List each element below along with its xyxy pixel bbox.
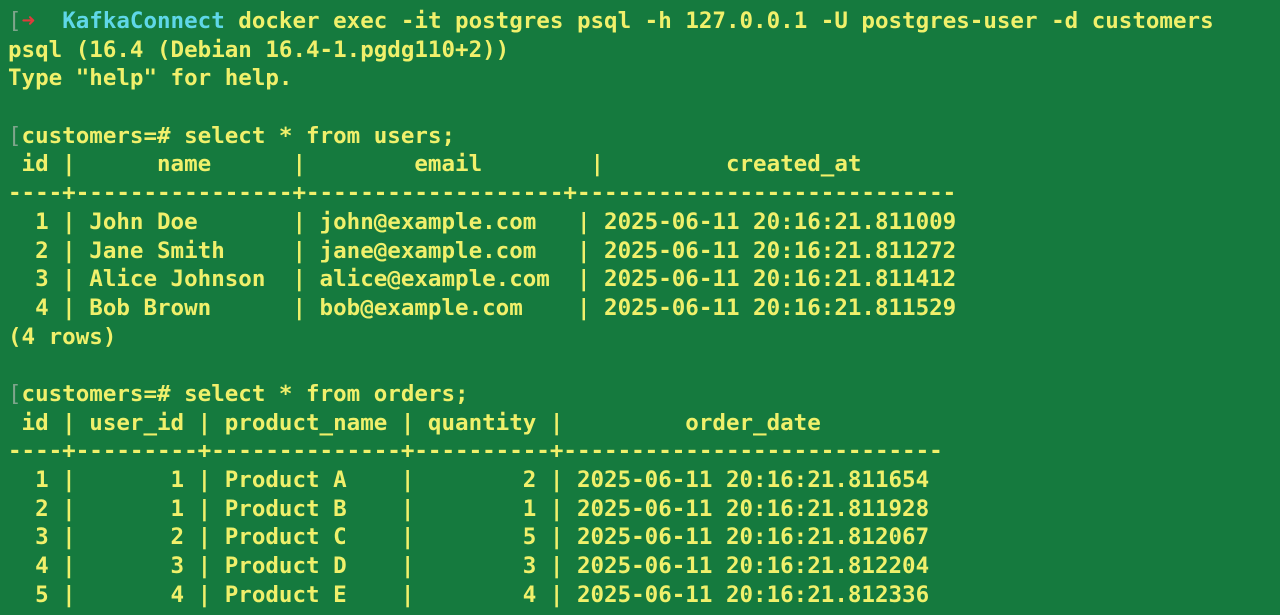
psql-prompt-line-orders: [customers=# select * from orders; [8, 380, 1214, 409]
current-directory: KafkaConnect [62, 8, 225, 34]
orders-table-row: 2 | 1 | Product B | 1 | 2025-06-11 20:16… [8, 495, 930, 522]
prompt-bracket: [ [8, 380, 22, 407]
shell-prompt-line: [➜ KafkaConnect docker exec -it postgres… [8, 7, 1214, 36]
users-row-count: (4 rows) [8, 323, 117, 350]
psql-prompt: customers=# [21, 122, 185, 149]
orders-table-row: 4 | 3 | Product D | 3 | 2025-06-11 20:16… [8, 553, 930, 580]
users-table-row: 1 | John Doe | john@example.com | 2025-0… [8, 208, 957, 235]
sql-query: select * from orders; [184, 380, 469, 407]
orders-table-row: 1 | 1 | Product A | 2 | 2025-06-11 20:16… [8, 467, 930, 493]
psql-version-line: psql (16.4 (Debian 16.4-1.pgdg110+2)) [8, 36, 510, 63]
users-table-row: 4 | Bob Brown | bob@example.com | 2025-0… [8, 294, 957, 321]
sql-query: select * from users; [184, 122, 456, 149]
prompt-bracket: [ [8, 8, 22, 34]
psql-help-line: Type "help" for help. [8, 65, 293, 92]
terminal-output: [➜ KafkaConnect docker exec -it postgres… [8, 7, 1214, 609]
psql-prompt-line-users: [customers=# select * from users; [8, 122, 1214, 151]
terminal-window[interactable]: [➜ KafkaConnect docker exec -it postgres… [0, 0, 1280, 615]
users-table-row: 3 | Alice Johnson | alice@example.com | … [8, 266, 957, 293]
orders-table-header: id | user_id | product_name | quantity |… [8, 409, 821, 436]
prompt-bracket: [ [8, 122, 22, 149]
users-table-row: 2 | Jane Smith | jane@example.com | 2025… [8, 237, 957, 264]
shell-command: docker exec -it postgres psql -h 127.0.0… [238, 8, 1214, 34]
users-table-header: id | name | email | created_at [8, 151, 862, 178]
users-table-separator: ----+----------------+------------------… [8, 180, 957, 207]
orders-table-separator: ----+---------+--------------+----------… [8, 438, 943, 465]
prompt-arrow-icon: ➜ [21, 8, 36, 34]
orders-table-row: 3 | 2 | Product C | 5 | 2025-06-11 20:16… [8, 524, 930, 551]
orders-table-row: 5 | 4 | Product E | 4 | 2025-06-11 20:16… [8, 581, 930, 608]
psql-prompt: customers=# [21, 380, 185, 407]
